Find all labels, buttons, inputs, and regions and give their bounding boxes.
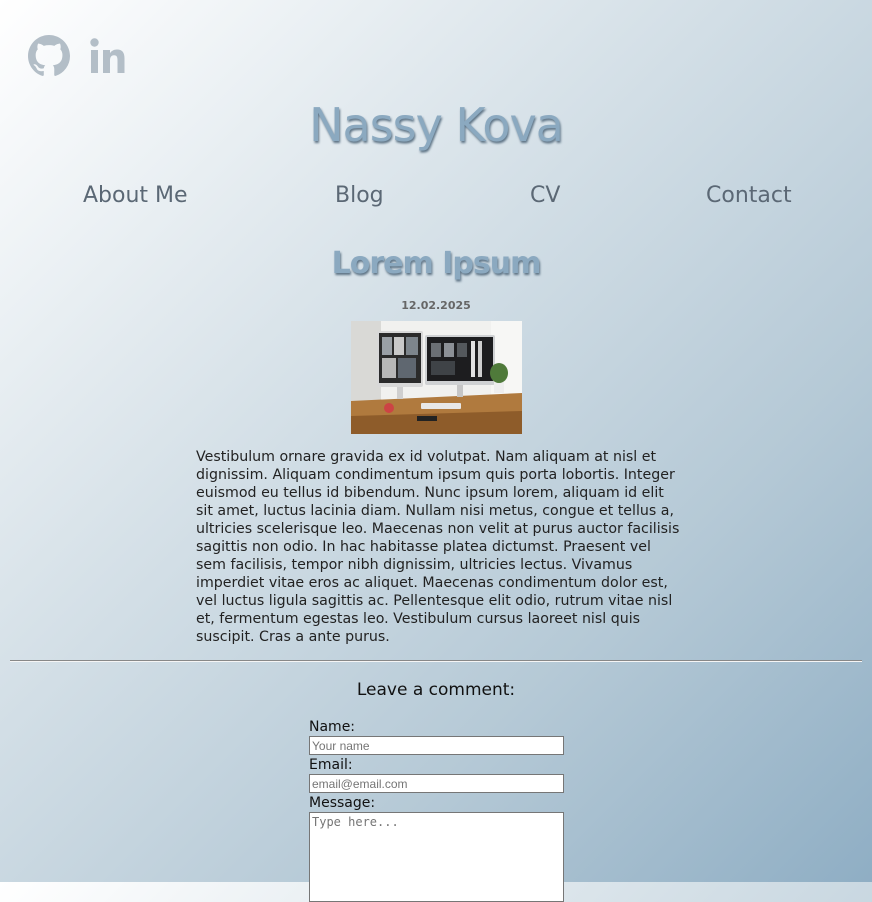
site-title: Nassy Kova xyxy=(309,98,564,152)
divider xyxy=(10,660,862,662)
name-input[interactable] xyxy=(309,736,564,755)
post-image xyxy=(351,321,522,434)
linkedin-icon[interactable] xyxy=(88,34,132,82)
email-label: Email: xyxy=(309,757,353,773)
main-nav: About Me Blog CV Contact xyxy=(0,183,872,215)
social-links xyxy=(28,34,132,82)
post-date: 12.02.2025 xyxy=(401,299,471,312)
github-icon[interactable] xyxy=(28,35,70,81)
nav-item-about-me[interactable]: About Me xyxy=(83,183,188,208)
nav-item-cv[interactable]: CV xyxy=(530,183,560,208)
comment-form: Name: Email: Message: xyxy=(309,718,565,902)
post-title: Lorem Ipsum xyxy=(331,246,542,281)
comment-heading: Leave a comment: xyxy=(356,680,516,700)
message-input[interactable] xyxy=(309,812,564,902)
nav-item-blog[interactable]: Blog xyxy=(335,183,384,208)
nav-item-contact[interactable]: Contact xyxy=(706,183,792,208)
email-input[interactable] xyxy=(309,774,564,793)
name-label: Name: xyxy=(309,719,356,735)
post-body: Vestibulum ornare gravida ex id volutpat… xyxy=(196,449,680,645)
message-label: Message: xyxy=(309,795,376,811)
